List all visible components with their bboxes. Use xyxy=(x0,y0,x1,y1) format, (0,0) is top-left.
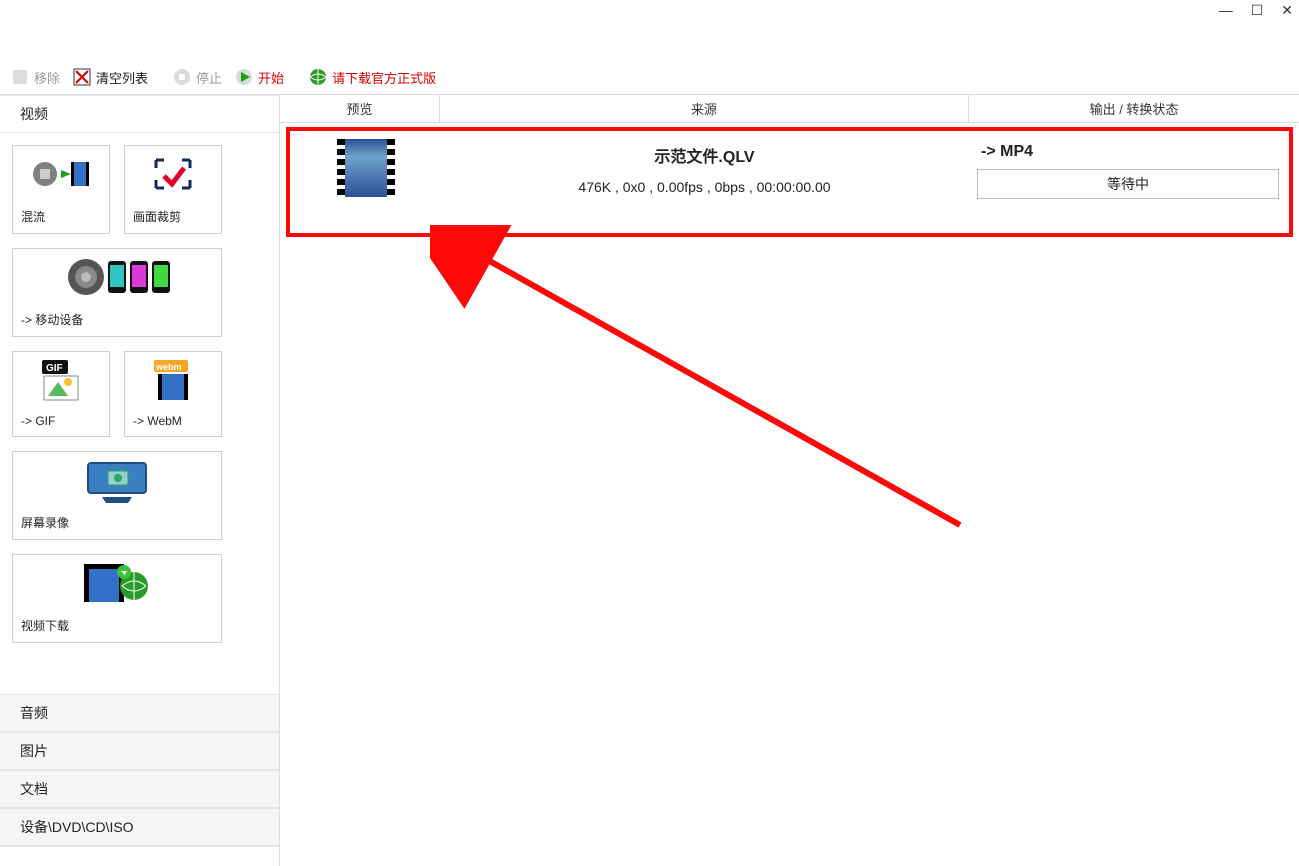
globe-download-icon xyxy=(308,67,328,87)
download-official-label: 请下载官方正式版 xyxy=(332,68,436,87)
file-output-cell: -> MP4 等待中 xyxy=(967,131,1289,233)
file-meta: 476K , 0x0 , 0.00fps , 0bps , 00:00:00.0… xyxy=(442,179,967,195)
main-area: 视频 混流 xyxy=(0,94,1299,866)
section-document[interactable]: 文档 xyxy=(0,770,279,808)
remove-icon xyxy=(10,67,30,87)
start-button[interactable]: 开始 xyxy=(228,65,290,89)
mobile-icon xyxy=(13,249,221,305)
close-button[interactable]: ✕ xyxy=(1281,2,1293,19)
file-source-cell: 示范文件.QLV 476K , 0x0 , 0.00fps , 0bps , 0… xyxy=(442,131,967,233)
gif-icon: GIF xyxy=(13,352,109,408)
clear-label: 清空列表 xyxy=(96,68,148,87)
tile-mux-label: 混流 xyxy=(13,202,109,233)
output-target: -> MP4 xyxy=(977,143,1279,161)
webm-icon: webm xyxy=(125,352,221,408)
start-icon xyxy=(234,67,254,87)
tile-crop-label: 画面裁剪 xyxy=(125,202,221,233)
minimize-button[interactable]: — xyxy=(1219,2,1233,19)
file-name: 示范文件.QLV xyxy=(442,143,967,167)
sidebar: 视频 混流 xyxy=(0,95,280,866)
tile-webm-label: -> WebM xyxy=(125,408,221,436)
remove-button[interactable]: 移除 xyxy=(4,65,66,89)
col-source[interactable]: 来源 xyxy=(440,95,969,122)
section-video[interactable]: 视频 xyxy=(0,95,279,133)
annotation-arrow xyxy=(430,225,990,555)
stop-button[interactable]: 停止 xyxy=(166,65,228,89)
svg-text:GIF: GIF xyxy=(46,363,63,374)
video-tiles: 混流 画面裁剪 xyxy=(0,133,279,669)
col-preview[interactable]: 预览 xyxy=(280,95,440,122)
window-controls: — ☐ ✕ xyxy=(1219,2,1293,19)
tile-webm[interactable]: webm -> WebM xyxy=(124,351,222,437)
mux-icon xyxy=(13,146,109,202)
content-area: 预览 来源 输出 / 转换状态 示范文件.QLV 476K , 0x0 , 0.… xyxy=(280,95,1299,866)
tile-crop[interactable]: 画面裁剪 xyxy=(124,145,222,234)
video-download-icon xyxy=(13,555,221,611)
tile-mux[interactable]: 混流 xyxy=(12,145,110,234)
crop-icon xyxy=(125,146,221,202)
stop-label: 停止 xyxy=(196,68,222,87)
file-row[interactable]: 示范文件.QLV 476K , 0x0 , 0.00fps , 0bps , 0… xyxy=(286,127,1293,237)
columns-header: 预览 来源 输出 / 转换状态 xyxy=(280,95,1299,123)
maximize-button[interactable]: ☐ xyxy=(1251,2,1264,19)
section-audio[interactable]: 音频 xyxy=(0,694,279,732)
tile-screen-record[interactable]: 屏幕录像 xyxy=(12,451,222,540)
tile-screenrec-label: 屏幕录像 xyxy=(13,508,221,539)
section-device[interactable]: 设备\DVD\CD\ISO xyxy=(0,808,279,846)
file-thumbnail xyxy=(290,131,442,233)
stop-icon xyxy=(172,67,192,87)
clear-icon xyxy=(72,67,92,87)
col-output[interactable]: 输出 / 转换状态 xyxy=(969,95,1299,122)
clear-list-button[interactable]: 清空列表 xyxy=(66,65,154,89)
status-box[interactable]: 等待中 xyxy=(977,169,1279,199)
download-official-button[interactable]: 请下载官方正式版 xyxy=(302,65,442,89)
tile-gif-label: -> GIF xyxy=(13,408,109,436)
tile-download-label: 视频下载 xyxy=(13,611,221,642)
toolbar: 移除 清空列表 停止 开始 请下载官方正式版 xyxy=(0,62,1299,92)
screen-record-icon xyxy=(13,452,221,508)
svg-text:webm: webm xyxy=(155,362,182,372)
tile-video-download[interactable]: 视频下载 xyxy=(12,554,222,643)
section-image[interactable]: 图片 xyxy=(0,732,279,770)
start-label: 开始 xyxy=(258,68,284,87)
remove-label: 移除 xyxy=(34,68,60,87)
tile-gif[interactable]: GIF -> GIF xyxy=(12,351,110,437)
film-icon xyxy=(337,139,395,197)
tile-mobile-label: -> 移动设备 xyxy=(13,305,221,336)
tile-mobile[interactable]: -> 移动设备 xyxy=(12,248,222,337)
